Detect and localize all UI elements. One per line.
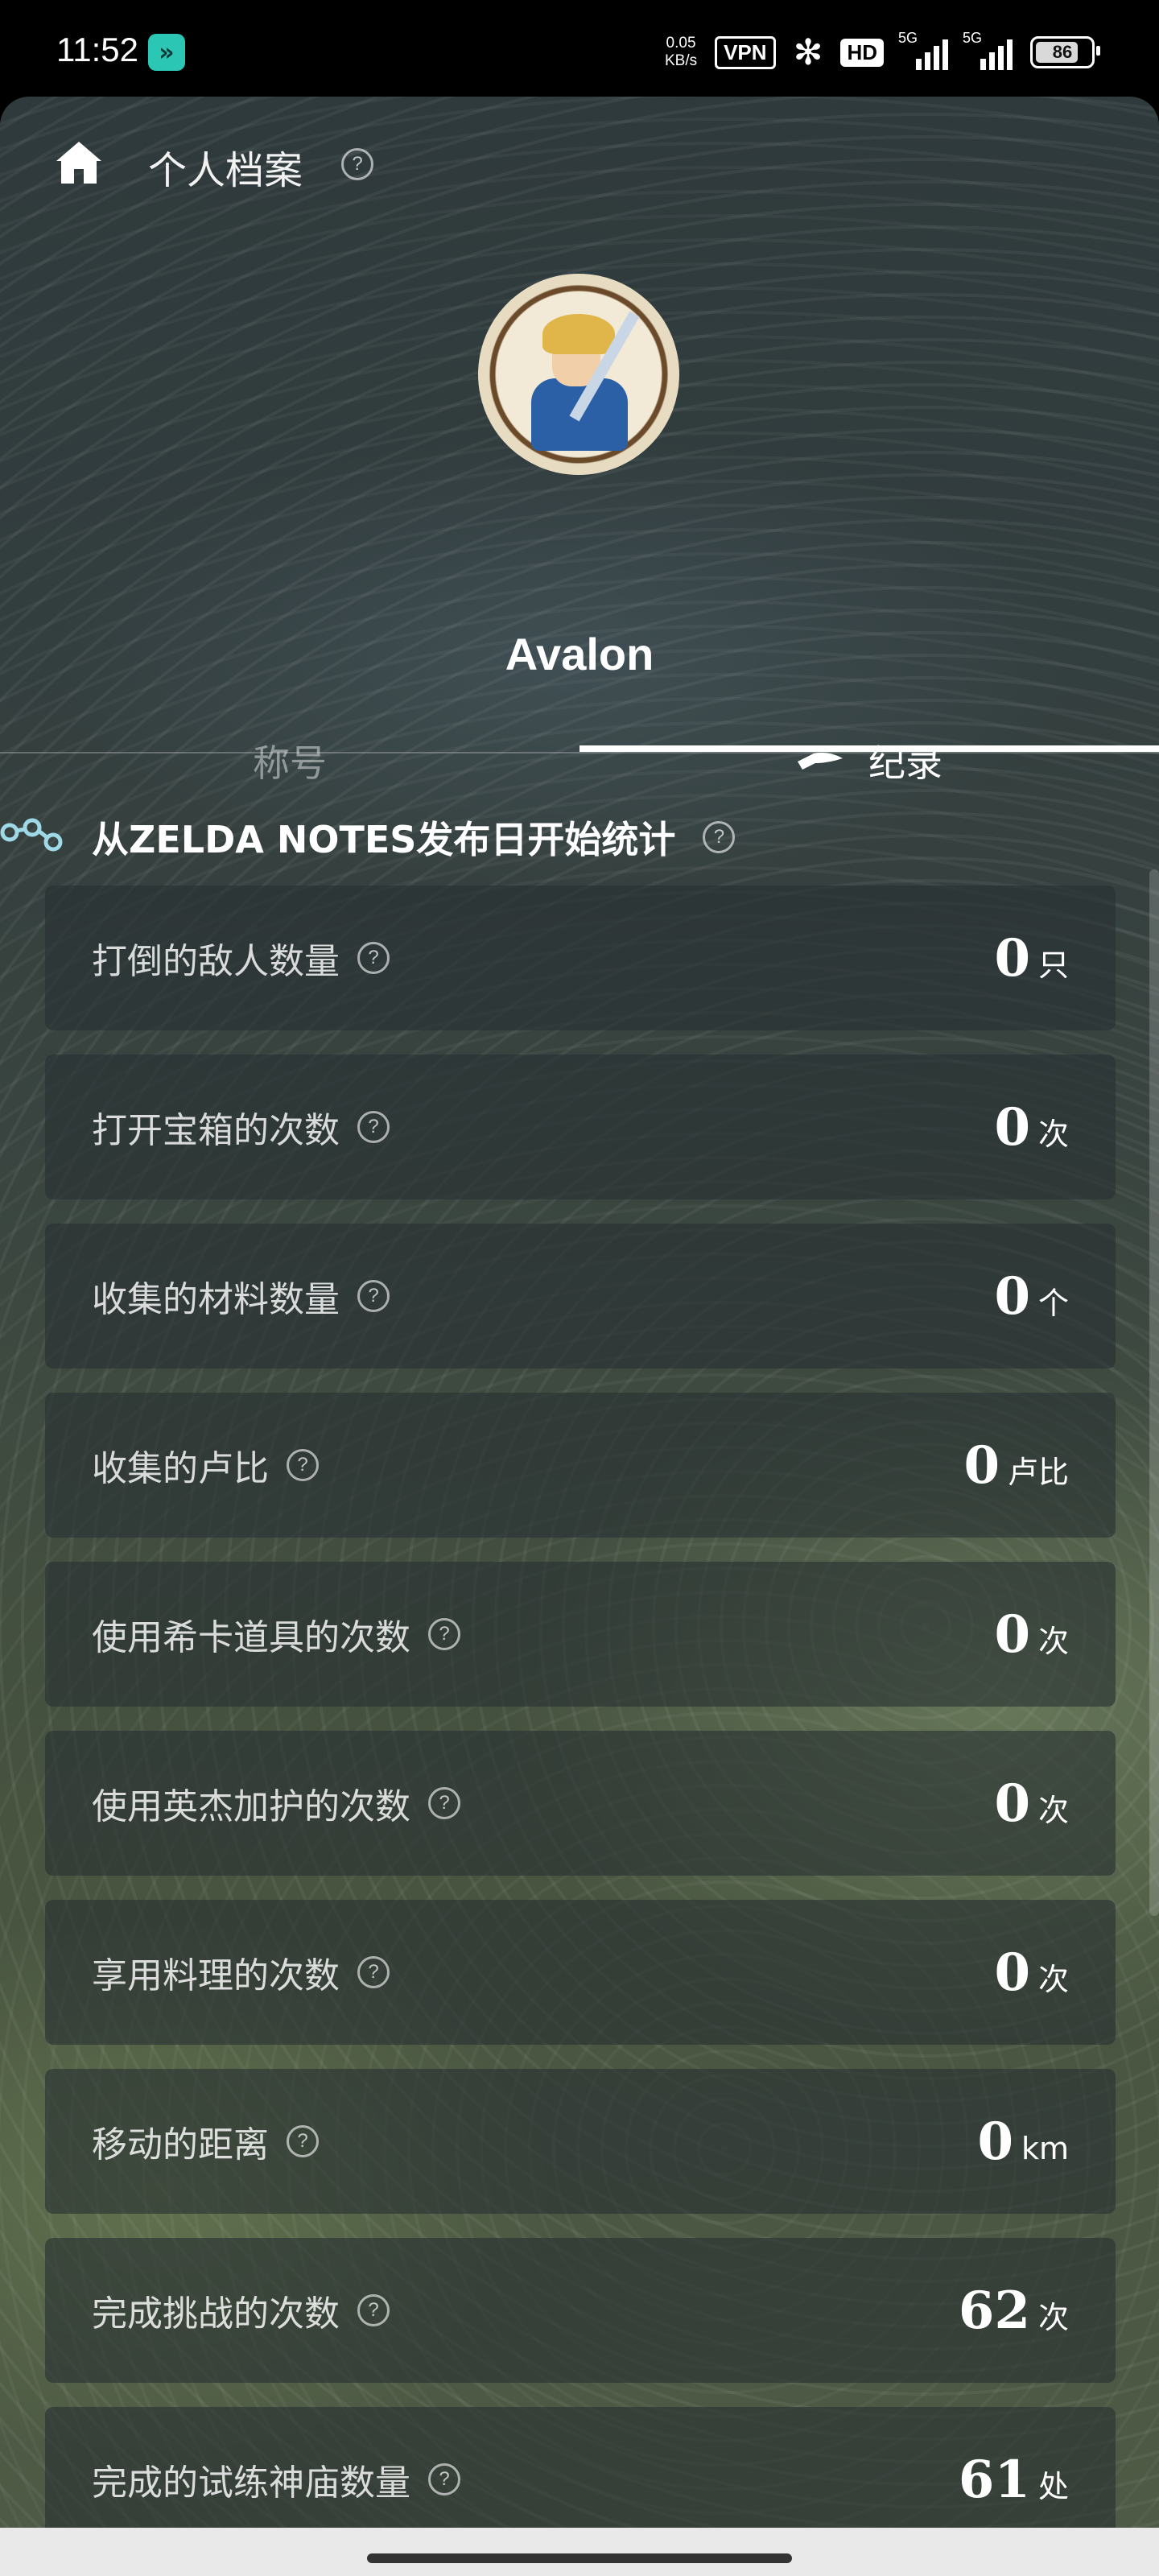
stat-label: 收集的材料数量 bbox=[92, 1279, 340, 1320]
stat-row: 享用料理的次数? 0 次 bbox=[45, 1900, 1116, 2045]
signal-1-label: 5G bbox=[898, 30, 918, 46]
stat-unit: 只 bbox=[1037, 947, 1069, 983]
stat-value: 0个 bbox=[994, 1266, 1069, 1327]
stat-number: 61 bbox=[958, 2449, 1030, 2510]
help-icon[interactable]: ? bbox=[357, 2294, 390, 2326]
home-icon[interactable] bbox=[53, 137, 105, 188]
stat-unit: 处 bbox=[1037, 2468, 1069, 2504]
stat-number: 0 bbox=[994, 1773, 1030, 1834]
status-icons: 0.05 KB/s VPN ✻ HD 5G 5G 86 bbox=[665, 24, 1100, 80]
help-icon[interactable]: ? bbox=[357, 1956, 390, 1988]
tab-divider bbox=[0, 752, 1159, 753]
stat-unit: 次 bbox=[1037, 1623, 1069, 1659]
app-shortcut-icon: » bbox=[148, 34, 185, 71]
help-icon[interactable]: ? bbox=[428, 2463, 460, 2496]
stat-label: 使用希卡道具的次数 bbox=[92, 1617, 410, 1658]
tab-records[interactable]: 纪录 bbox=[580, 716, 1159, 805]
battery-level: 86 bbox=[1052, 42, 1073, 62]
stat-label: 收集的卢比 bbox=[92, 1448, 269, 1489]
network-speed-unit: KB/s bbox=[664, 52, 698, 69]
battery-icon: 86 bbox=[1030, 36, 1100, 68]
stat-unit: 卢比 bbox=[1007, 1454, 1069, 1490]
tab-records-label: 纪录 bbox=[868, 741, 942, 785]
signal-icon-2: 5G bbox=[963, 30, 1013, 70]
stat-row: 移动的距离? 0 km bbox=[45, 2069, 1116, 2214]
section-header: 从ZELDA NOTES发布日开始统计 ? bbox=[0, 805, 736, 869]
help-icon[interactable]: ? bbox=[287, 1449, 319, 1481]
stat-row: 打倒的敌人数量? 0 只 bbox=[45, 886, 1116, 1030]
network-speed: 0.05 KB/s bbox=[665, 35, 697, 70]
avatar bbox=[478, 274, 679, 475]
stat-label: 完成挑战的次数 bbox=[92, 2293, 340, 2334]
stat-number: 0 bbox=[977, 2111, 1013, 2172]
signal-2-label: 5G bbox=[963, 30, 983, 46]
stat-row: 打开宝箱的次数? 0 次 bbox=[45, 1055, 1116, 1199]
profile-tabs: 称号 纪录 bbox=[0, 716, 1159, 813]
stat-label: 享用料理的次数 bbox=[92, 1955, 340, 1996]
help-icon[interactable]: ? bbox=[428, 1787, 460, 1819]
page-title: 个人档案 bbox=[148, 148, 303, 193]
help-icon[interactable]: ? bbox=[357, 1111, 390, 1143]
stat-row: 完成的试练神庙数量? 61 处 bbox=[45, 2407, 1116, 2528]
stat-value: 0次 bbox=[994, 1097, 1069, 1158]
tab-titles[interactable]: 称号 bbox=[0, 716, 580, 805]
stat-label: 打开宝箱的次数 bbox=[92, 1110, 340, 1151]
stat-value: 61 处 bbox=[959, 2450, 1069, 2510]
stat-label: 打倒的敌人数量 bbox=[92, 941, 340, 982]
home-gesture-handle[interactable] bbox=[367, 2553, 792, 2563]
stat-row: 收集的材料数量? 0 个 bbox=[45, 1224, 1116, 1368]
stat-value: 62 次 bbox=[959, 2281, 1069, 2341]
stat-unit: 次 bbox=[1037, 1116, 1069, 1152]
stat-unit: 次 bbox=[1037, 1961, 1069, 1997]
stat-unit: 个 bbox=[1037, 1285, 1069, 1321]
stat-value: 0次 bbox=[994, 1773, 1069, 1834]
vpn-icon: VPN bbox=[715, 35, 776, 69]
help-icon[interactable]: ? bbox=[341, 148, 373, 180]
bluetooth-icon: ✻ bbox=[793, 31, 823, 73]
signal-icon-1: 5G bbox=[898, 30, 948, 70]
help-icon[interactable]: ? bbox=[357, 942, 390, 974]
chain-link-icon bbox=[0, 818, 63, 852]
stat-number: 0 bbox=[963, 1435, 1000, 1496]
stat-unit: 次 bbox=[1037, 2299, 1069, 2335]
stat-row: 使用英杰加护的次数? 0 次 bbox=[45, 1731, 1116, 1876]
status-time: 11:52 bbox=[56, 31, 138, 68]
stat-label: 完成的试练神庙数量 bbox=[92, 2462, 410, 2504]
scrollbar[interactable] bbox=[1149, 869, 1159, 1916]
stat-row: 收集的卢比? 0 卢比 bbox=[45, 1393, 1116, 1538]
navigation-bar bbox=[0, 2528, 1159, 2576]
active-tab-indicator bbox=[580, 745, 1159, 752]
stat-unit: km bbox=[1021, 2130, 1069, 2166]
stat-number: 62 bbox=[958, 2280, 1030, 2341]
stat-label: 使用英杰加护的次数 bbox=[92, 1786, 410, 1827]
tab-titles-label: 称号 bbox=[253, 741, 327, 785]
stat-number: 0 bbox=[994, 1096, 1030, 1158]
stat-value: 0 卢比 bbox=[963, 1435, 1069, 1496]
help-icon[interactable]: ? bbox=[703, 821, 736, 853]
network-speed-value: 0.05 bbox=[666, 35, 696, 52]
hd-voice-icon: HD bbox=[840, 38, 884, 67]
stat-number: 0 bbox=[994, 1604, 1030, 1665]
stat-row: 完成挑战的次数? 62 次 bbox=[45, 2238, 1116, 2383]
stat-row: 使用希卡道具的次数? 0 次 bbox=[45, 1562, 1116, 1707]
stat-number: 0 bbox=[994, 1942, 1030, 2003]
help-icon[interactable]: ? bbox=[428, 1618, 460, 1650]
section-title: 从ZELDA NOTES发布日开始统计 bbox=[92, 818, 676, 861]
stat-number: 0 bbox=[994, 1265, 1030, 1327]
help-icon[interactable]: ? bbox=[287, 2125, 319, 2157]
profile-sheet: 个人档案 ? Avalon 称号 纪录 从ZELDA NOTES发布日开始统计 … bbox=[0, 97, 1159, 2528]
stat-value: 0次 bbox=[994, 1942, 1069, 2003]
stat-value: 0次 bbox=[994, 1604, 1069, 1665]
stat-value: 0 km bbox=[977, 2112, 1069, 2172]
stat-label: 移动的距离 bbox=[92, 2124, 269, 2165]
stat-number: 0 bbox=[994, 927, 1030, 989]
help-icon[interactable]: ? bbox=[357, 1280, 390, 1312]
username: Avalon bbox=[505, 629, 654, 679]
stat-unit: 次 bbox=[1037, 1792, 1069, 1828]
profile-header: 个人档案 ? Avalon bbox=[0, 97, 1159, 757]
stat-value: 0只 bbox=[994, 928, 1069, 989]
status-bar: 11:52 » 0.05 KB/s VPN ✻ HD 5G 5G 86 bbox=[0, 0, 1159, 97]
